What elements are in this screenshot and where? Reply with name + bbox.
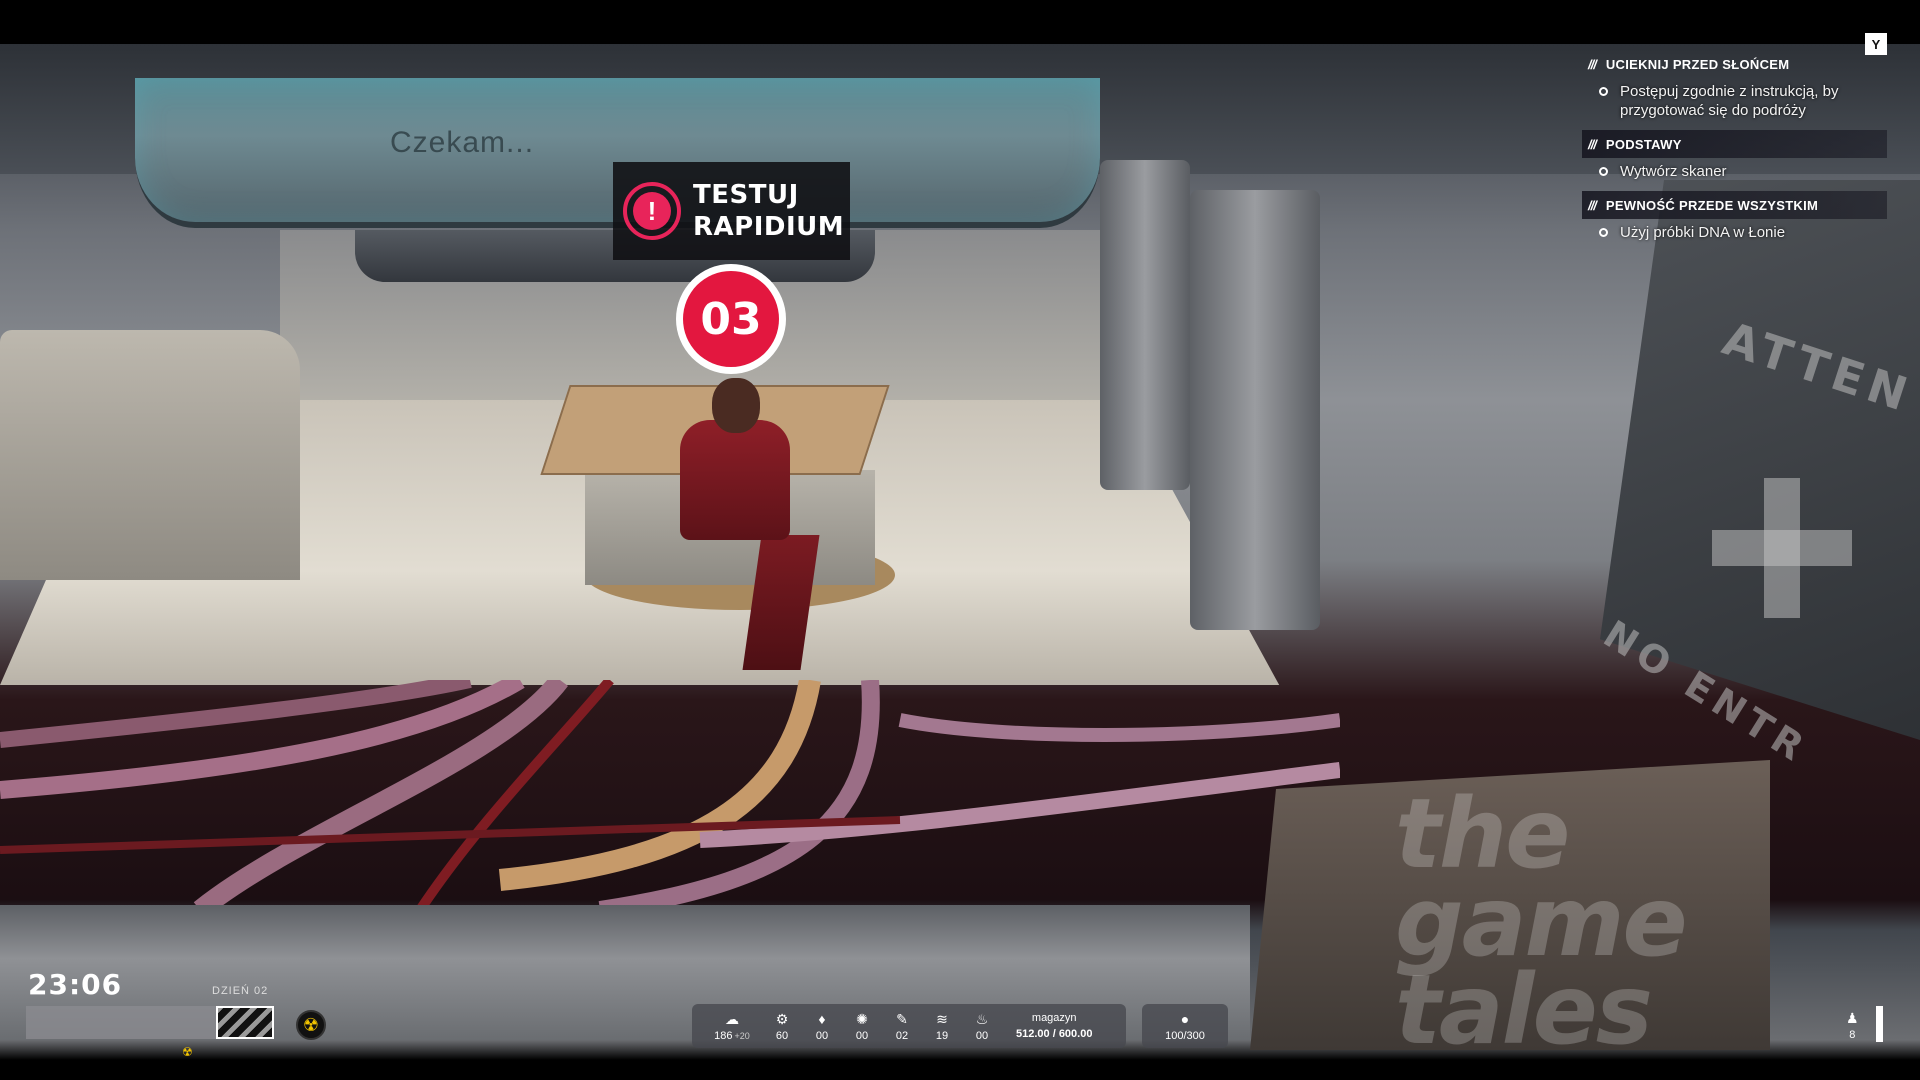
- letterbox-top: [0, 0, 1920, 44]
- population-indicator[interactable]: ♟ 8: [1846, 1010, 1859, 1041]
- quest-task: Postępuj zgodnie z instrukcją, by przygo…: [1582, 82, 1887, 120]
- radiation-icon[interactable]: ☢: [296, 1010, 326, 1040]
- objective-popup-line2: RAPIDIUM: [693, 212, 845, 242]
- food-icon: ☁: [725, 1010, 739, 1027]
- quest-task: Wytwórz skaner: [1582, 162, 1887, 181]
- storage-value: 512.00 / 600.00: [1016, 1028, 1093, 1040]
- resource-parts[interactable]: ⚙ 60: [762, 1011, 802, 1042]
- storage-capacity[interactable]: magazyn 512.00 / 600.00: [1016, 1012, 1092, 1040]
- objective-popup: ! TESTUJ RAPIDIUM: [613, 162, 850, 260]
- population-value: 8: [1849, 1029, 1856, 1041]
- objective-marker[interactable]: 03: [676, 264, 786, 374]
- wall-cross: [1712, 478, 1852, 618]
- bowl-icon: ♨: [975, 1010, 989, 1027]
- crystal-icon: ♦: [818, 1010, 826, 1027]
- alert-icon: !: [623, 182, 681, 240]
- task-circle-icon: [1599, 228, 1608, 237]
- quest-title[interactable]: /// PEWNOŚĆ PRZEDE WSZYSTKIM: [1582, 191, 1887, 219]
- pillar-right: [1190, 190, 1320, 630]
- day-progress-fill: [26, 1006, 216, 1039]
- quest-task: Użyj próbki DNA w Łonie: [1582, 223, 1887, 242]
- objective-marker-number: 03: [683, 271, 779, 367]
- day-progress-bar: [26, 1006, 274, 1039]
- night-hazard-segment: [216, 1006, 274, 1039]
- game-clock: 23:06: [28, 968, 123, 1001]
- storage-label: magazyn: [1031, 1012, 1077, 1024]
- resource-crystal[interactable]: ♦ 00: [802, 1011, 842, 1042]
- task-circle-icon: [1599, 167, 1608, 176]
- resource-tools[interactable]: ✎ 02: [882, 1011, 922, 1042]
- water-panel[interactable]: ● 100/300: [1142, 1004, 1228, 1048]
- ore-icon: ✺: [856, 1010, 868, 1027]
- quest-slash-icon: ///: [1588, 136, 1597, 152]
- resource-rations[interactable]: ≋ 19: [922, 1011, 962, 1042]
- quest-title[interactable]: /// PODSTAWY: [1582, 130, 1887, 158]
- left-machine: [0, 330, 300, 580]
- quest-slash-icon: ///: [1588, 197, 1597, 213]
- resource-ore[interactable]: ✺ 00: [842, 1011, 882, 1042]
- objective-popup-text: TESTUJ RAPIDIUM: [693, 179, 844, 243]
- task-circle-icon: [1599, 87, 1608, 96]
- quest-log: /// UCIEKNIJ PRZED SŁOŃCEM Postępuj zgod…: [1582, 44, 1887, 242]
- gear-icon: ⚙: [775, 1010, 789, 1027]
- character-head: [712, 378, 760, 433]
- quest-slash-icon: ///: [1588, 56, 1597, 72]
- water-value: 100/300: [1165, 1029, 1205, 1042]
- ration-icon: ≋: [936, 1010, 948, 1027]
- colonist-icon: ♟: [1846, 1010, 1859, 1026]
- watermark-logo: the game tales: [1395, 778, 1688, 1066]
- radiation-marker-icon: ☢: [182, 1045, 193, 1059]
- objective-popup-line1: TESTUJ: [693, 180, 799, 210]
- monitor-text: Czekam...: [390, 126, 535, 159]
- day-label: DZIEŃ 02: [212, 985, 269, 997]
- water-drop-icon: ●: [1180, 1010, 1190, 1027]
- character-body[interactable]: [680, 420, 790, 540]
- resource-panel: ☁ 186 +20 ⚙ 60 ♦ 00 ✺ 00 ✎ 02 ≋ 19 ♨ 00 m…: [692, 1004, 1126, 1048]
- tool-icon: ✎: [896, 1010, 908, 1027]
- resource-food[interactable]: ☁ 186 +20: [702, 1011, 762, 1042]
- pillar-left: [1100, 160, 1190, 490]
- quest-title[interactable]: /// UCIEKNIJ PRZED SŁOŃCEM: [1582, 50, 1887, 78]
- resource-meals[interactable]: ♨ 00: [962, 1011, 1002, 1042]
- floor-pipes: [0, 680, 1340, 910]
- population-gauge: [1876, 1006, 1883, 1042]
